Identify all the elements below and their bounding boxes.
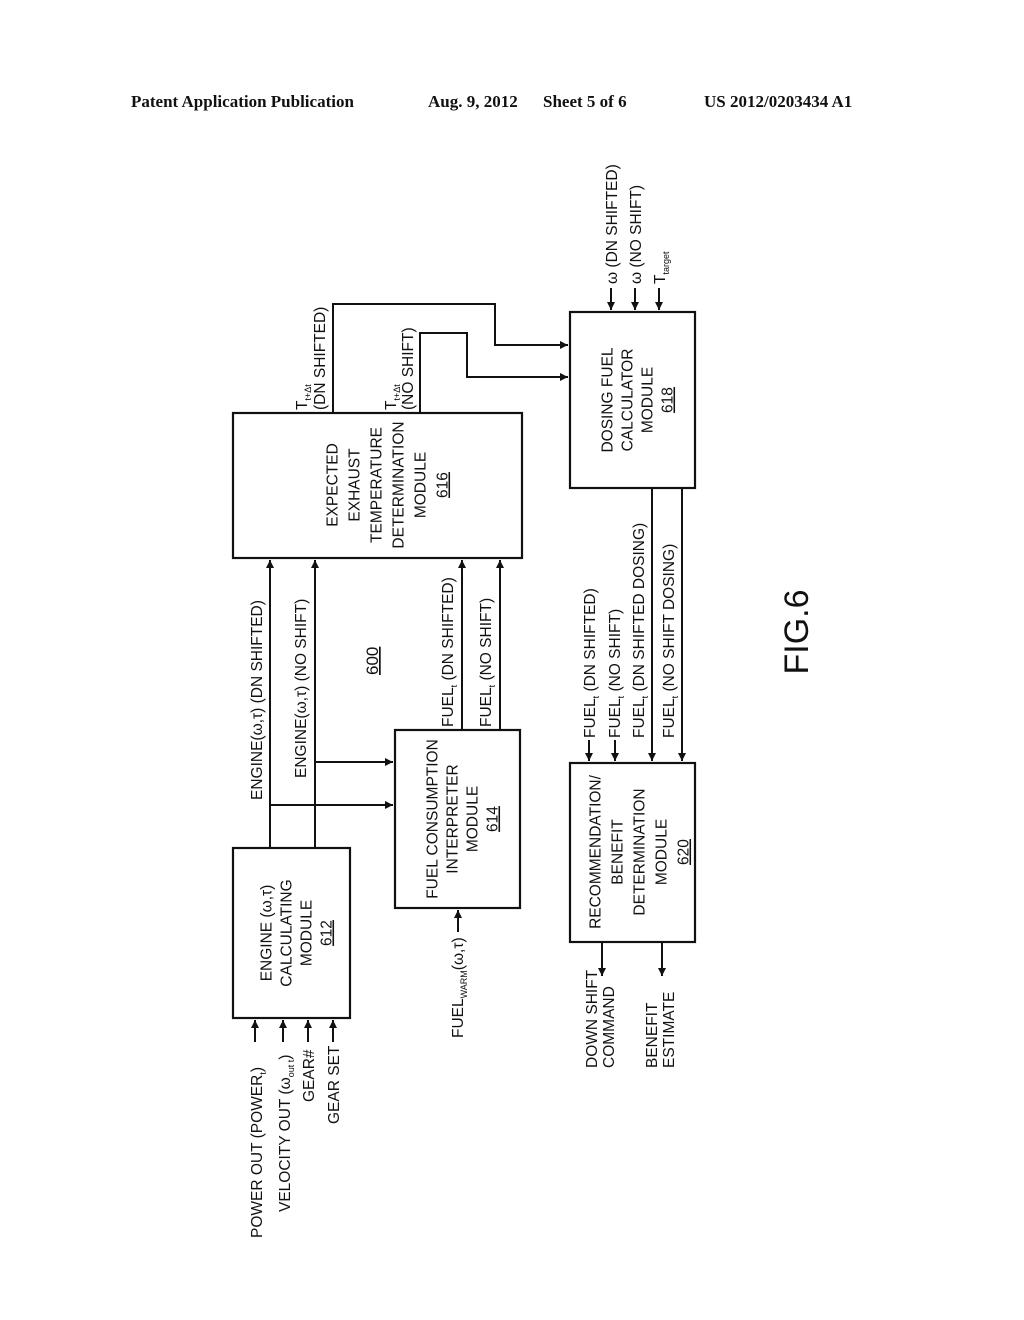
label-down-shift-line-2: COMMAND — [601, 986, 618, 1068]
label-gear-number: GEAR# — [301, 1049, 318, 1102]
module-618-ref: 618 — [660, 387, 677, 413]
label-benefit-estimate-line-2: ESTIMATE — [661, 992, 678, 1068]
label-fuel-no-shift-620: FUELt (NO SHIFT) — [607, 609, 626, 738]
label-fuel-dn-shifted: FUELt (DN SHIFTED) — [440, 577, 459, 727]
module-616-line-2: EXHAUST — [347, 448, 364, 522]
label-gear-set: GEAR SET — [326, 1045, 343, 1124]
temperature-signal-lines — [332, 303, 568, 413]
module-620-line-4: MODULE — [654, 819, 671, 885]
inputs-620-arrows — [585, 740, 619, 761]
module-616-ref: 616 — [435, 472, 452, 498]
module-614-ref: 614 — [485, 806, 502, 832]
module-612-ref: 612 — [319, 920, 336, 946]
module-612-line-2: CALCULATING — [279, 879, 296, 986]
module-618-line-2: CALCULATOR — [620, 349, 637, 452]
label-engine-dn-shifted: ENGINE(ω,τ) (DN SHIFTED) — [249, 600, 266, 800]
module-614: FUEL CONSUMPTION INTERPRETER MODULE 614 — [393, 728, 522, 910]
module-616-line-1: EXPECTED — [325, 443, 342, 527]
module-620-ref: 620 — [676, 839, 693, 865]
figure-label: FIG.6 — [778, 589, 816, 674]
label-temp-no-shift-text: (NO SHIFT) — [400, 327, 417, 410]
inputs-612-arrows — [251, 1020, 337, 1042]
label-t-target: Ttarget — [652, 251, 671, 284]
module-616: EXPECTED EXHAUST TEMPERATURE DETERMINATI… — [231, 411, 524, 560]
module-618-line-1: DOSING FUEL — [600, 347, 617, 452]
module-620-line-1: RECOMMENDATION/ — [588, 774, 605, 929]
label-fuel-dn-shifted-620: FUELt (DN SHIFTED) — [582, 588, 601, 738]
module-612-line-3: MODULE — [299, 900, 316, 966]
module-620-line-2: BENEFIT — [610, 819, 627, 885]
label-engine-no-shift: ENGINE(ω,τ) (NO SHIFT) — [293, 599, 310, 778]
module-614-line-1: FUEL CONSUMPTION — [425, 739, 442, 899]
label-fuel-warm: FUELWARM(ω,τ) — [450, 937, 469, 1038]
block-diagram: ENGINE (ω,τ) CALCULATING MODULE 612 FUEL… — [231, 164, 816, 1238]
module-618: DOSING FUEL CALCULATOR MODULE 618 — [568, 310, 697, 490]
label-temp-dn-shifted-text: (DN SHIFTED) — [312, 307, 329, 410]
module-616-line-3: TEMPERATURE — [369, 427, 386, 543]
module-616-line-5: MODULE — [413, 452, 430, 518]
label-power-out: POWER OUT (POWERt) — [249, 1067, 268, 1238]
label-temp-dn-shifted-symbol: Tt+Δt — [294, 384, 313, 410]
temp-dn-shifted-line — [332, 303, 568, 413]
label-omega-no-shift: ω (NO SHIFT) — [628, 185, 645, 284]
module-614-line-2: INTERPRETER — [445, 764, 462, 873]
module-618-line-3: MODULE — [640, 367, 657, 433]
label-down-shift-line-1: DOWN SHIFT — [584, 969, 601, 1068]
label-omega-dn-shifted: ω (DN SHIFTED) — [604, 164, 621, 284]
module-612: ENGINE (ω,τ) CALCULATING MODULE 612 — [231, 846, 352, 1020]
module-614-line-3: MODULE — [465, 786, 482, 852]
inputs-618-arrows — [607, 288, 663, 310]
diagram-ref-600: 600 — [363, 647, 382, 675]
module-616-line-4: DETERMINATION — [391, 421, 408, 548]
module-612-line-1: ENGINE (ω,τ) — [259, 885, 276, 982]
outputs-620-arrows — [598, 942, 666, 976]
module-620-line-3: DETERMINATION — [632, 788, 649, 915]
label-benefit-estimate-line-1: BENEFIT — [644, 1002, 661, 1068]
module-620: RECOMMENDATION/ BENEFIT DETERMINATION MO… — [568, 761, 697, 944]
label-fuel-no-shift: FUELt (NO SHIFT) — [478, 598, 497, 727]
label-fuel-no-shift-dosing: FUELt (NO SHIFT DOSING) — [661, 544, 680, 738]
engine-signal-lines — [266, 560, 393, 848]
label-velocity-out: VELOCITY OUT (ωout t) — [277, 1055, 296, 1212]
label-fuel-dn-shifted-dosing: FUELt (DN SHIFTED DOSING) — [631, 523, 650, 738]
